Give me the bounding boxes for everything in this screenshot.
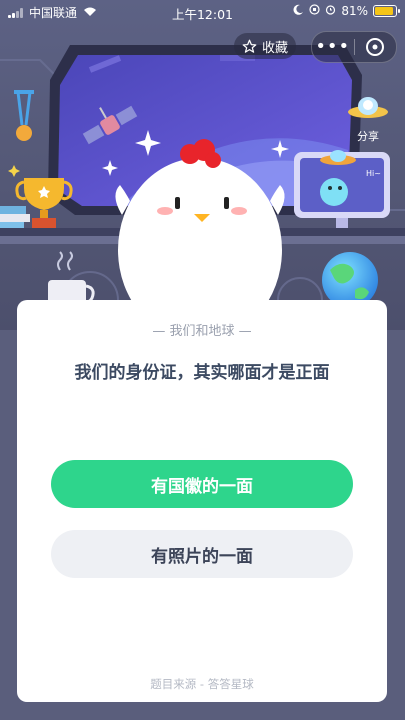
share-label: 分享 <box>357 130 379 143</box>
question-card: — 我们和地球 — 我们的身份证，其实哪面才是正面 有国徽的一面 有照片的一面 … <box>17 300 387 702</box>
share-button[interactable]: 分享 <box>346 92 390 143</box>
answer-option-2[interactable]: 有照片的一面 <box>51 530 353 578</box>
answer-option-1[interactable]: 有国徽的一面 <box>51 460 353 508</box>
more-icon[interactable]: ••• <box>312 32 354 62</box>
alarm-icon <box>325 4 336 18</box>
star-outline-icon <box>242 39 257 53</box>
battery-percent: 81% <box>341 4 368 18</box>
rotation-lock-icon <box>309 4 320 18</box>
question-category: — 我们和地球 — <box>152 324 252 339</box>
ufo-share-icon <box>348 97 388 118</box>
close-circle-icon[interactable] <box>354 37 396 57</box>
monitor-greeting: Hi~ <box>366 169 381 178</box>
question-text: 我们的身份证，其实哪面才是正面 <box>74 363 330 383</box>
moon-icon <box>293 4 304 18</box>
question-source: 题目来源 - 答答星球 <box>150 677 254 691</box>
favorite-label: 收藏 <box>262 40 289 56</box>
mini-program-capsule: ••• <box>311 31 397 63</box>
battery-icon <box>373 5 400 17</box>
favorite-button[interactable]: 收藏 <box>234 33 297 59</box>
status-bar: 中国联通 上午12:01 81% <box>0 0 405 24</box>
